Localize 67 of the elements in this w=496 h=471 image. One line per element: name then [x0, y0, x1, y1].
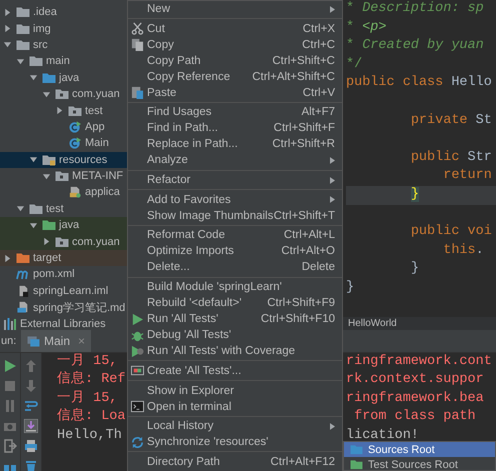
shortcut-text: Ctrl+Alt+L — [284, 229, 335, 242]
code-text: Created by yuan — [362, 38, 484, 54]
tree-item-label: src — [33, 38, 48, 51]
console-text: ringframework.cont — [346, 353, 492, 371]
tree-item-label: img — [33, 22, 51, 35]
code-text: public — [410, 224, 460, 240]
tree-item-label: applica — [85, 186, 120, 198]
tree-item-label: main — [46, 55, 70, 68]
tree-item-label: target — [33, 252, 62, 264]
shortcut-text: Ctrl+Alt+F12 — [270, 456, 335, 468]
code-text: } — [410, 261, 419, 276]
shortcut-text: Ctrl+X — [302, 22, 335, 35]
shortcut-text: Ctrl+Shift+T — [274, 210, 335, 222]
code-text: this — [443, 242, 476, 258]
code-text: Description: sp — [362, 1, 484, 16]
shortcut-text: Ctrl+Shift+F9 — [267, 297, 335, 310]
code-text: } — [410, 186, 419, 202]
code-text: return — [443, 168, 492, 184]
run-label: un: — [1, 335, 18, 347]
code-text: } — [346, 280, 354, 295]
tree-item-label: com.yuan — [72, 236, 120, 248]
console-text: from class path — [353, 408, 476, 426]
code-text: */ — [346, 56, 362, 72]
console-text: lication! — [346, 426, 419, 445]
tree-item-label: test — [46, 202, 64, 215]
tree-item-label: META-INF — [72, 170, 124, 182]
tree-item-label: Main — [85, 137, 109, 150]
shortcut-text: Ctrl+C — [302, 38, 335, 51]
tree-item-label: java — [59, 219, 80, 232]
tree-item-label: java — [59, 72, 80, 84]
shortcut-text: Ctrl+V — [302, 86, 335, 99]
shortcut-text: Ctrl+Shift+F — [274, 122, 335, 134]
code-text: voi — [468, 224, 492, 240]
tree-item-label: test — [85, 104, 103, 117]
code-text: St — [476, 112, 492, 128]
shortcut-text: Delete — [302, 261, 335, 274]
tree-item-label: com.yuan — [72, 88, 120, 100]
console-text: ringframework.bea — [346, 390, 484, 408]
code-text: * — [346, 20, 356, 35]
tree-item-label: resources — [59, 154, 108, 166]
shortcut-text: Ctrl+Alt+Shift+C — [252, 70, 335, 83]
console-text: 一月 15, — [57, 353, 118, 371]
code-text: Hello — [451, 75, 492, 90]
shortcut-text: Ctrl+Alt+O — [281, 245, 335, 258]
shortcut-text: Ctrl+Shift+R — [272, 138, 335, 150]
tree-item-label: springLearn.iml — [33, 284, 108, 297]
code-text: * — [346, 1, 356, 16]
console-text: Hello,Th — [57, 426, 122, 445]
shortcut-text: Alt+F7 — [301, 106, 335, 118]
tree-item-label: .idea — [33, 6, 57, 18]
code-text: * — [346, 38, 356, 54]
tree-item-label: pom.xml — [33, 268, 75, 280]
shortcut-text: Ctrl+Shift+F10 — [260, 313, 335, 326]
code-text: private — [410, 112, 469, 128]
code-text: . — [476, 242, 484, 258]
code-text: Str — [468, 150, 492, 165]
tree-item-label: External Libraries — [20, 318, 106, 330]
console-text: 信息: Loa — [57, 408, 126, 426]
console-text: 一月 15, — [57, 390, 118, 408]
code-text: public — [410, 150, 460, 165]
console-text: rk.context.suppor — [346, 371, 484, 390]
code-text: public class — [346, 75, 444, 90]
tree-item-label: App — [85, 120, 105, 133]
shortcut-text: Ctrl+Shift+C — [272, 54, 335, 67]
console-text: 信息: Ref — [57, 371, 126, 390]
code-text: <p> — [362, 20, 387, 35]
tree-item-label: spring学习笔记.md — [33, 300, 126, 315]
